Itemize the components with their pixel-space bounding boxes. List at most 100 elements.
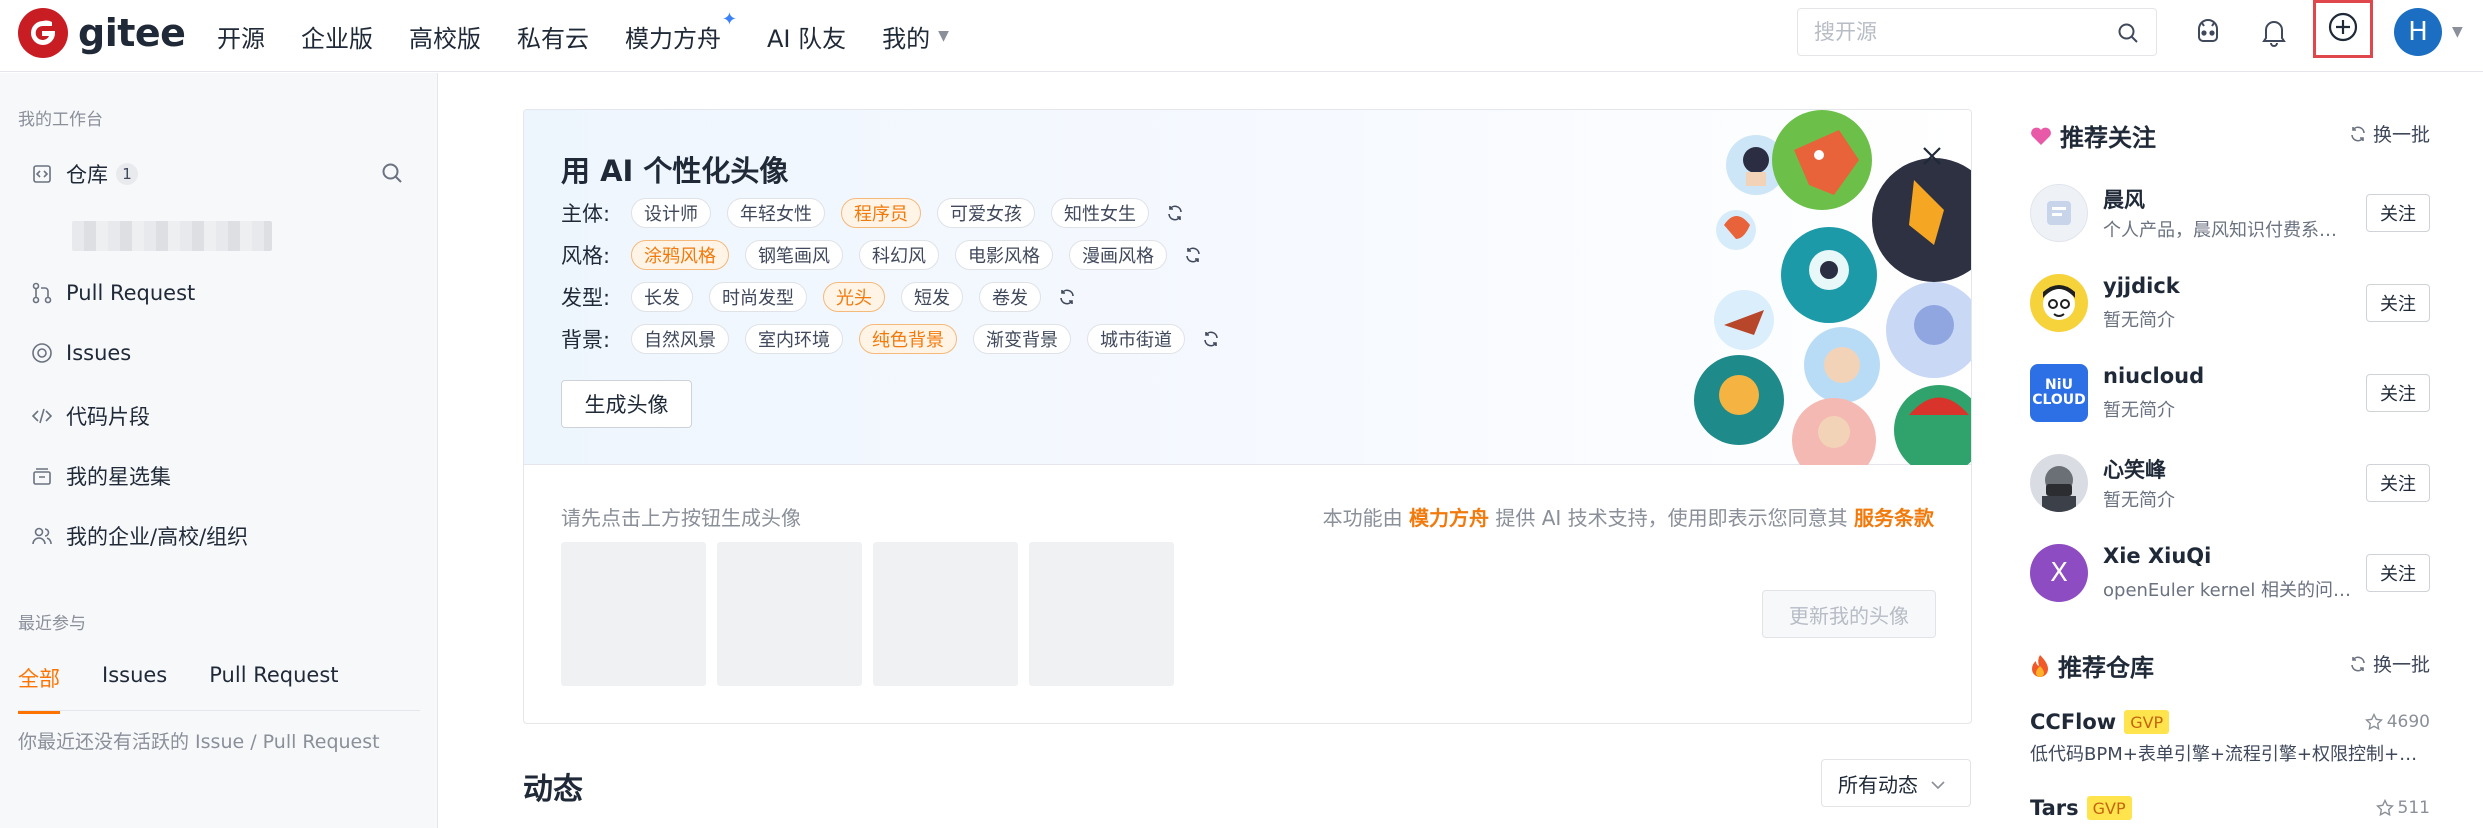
repo-stars: 511 (2375, 798, 2430, 818)
service-terms-link[interactable]: 服务条款 (1854, 506, 1934, 530)
search-icon[interactable] (380, 161, 404, 189)
recommend-user-item[interactable]: NiU CLOUD niucloud 暂无简介 关注 (2030, 360, 2430, 430)
refresh-icon (2349, 125, 2367, 143)
nav-moli-fangzhou[interactable]: 模力方舟 ✦ (625, 9, 737, 54)
ai-robot-icon[interactable] (2190, 14, 2226, 50)
recommend-user-item[interactable]: 心笑峰 暂无简介 关注 (2030, 450, 2430, 520)
chip-option[interactable]: 漫画风格 (1069, 240, 1167, 270)
chip-option[interactable]: 年轻女性 (727, 198, 825, 228)
recommend-user-item[interactable]: yjjdick 暂无简介 关注 (2030, 270, 2430, 340)
chip-option[interactable]: 长发 (631, 282, 693, 312)
repo-list-item-blurred[interactable] (72, 221, 272, 251)
chip-option[interactable]: 渐变背景 (973, 324, 1071, 354)
chevron-down-icon[interactable]: ▼ (2452, 24, 2463, 40)
feed-filter-dropdown[interactable]: 所有动态 (1821, 759, 1971, 807)
provider-link[interactable]: 模力方舟 (1409, 506, 1489, 530)
nav-enterprise[interactable]: 企业版 (301, 19, 373, 54)
option-row-hair: 发型: 长发 时尚发型 光头 短发 卷发 (561, 282, 1079, 312)
generate-avatar-button[interactable]: 生成头像 (561, 380, 692, 428)
repo-name[interactable]: CCFlow (2030, 710, 2116, 734)
swap-users-button[interactable]: 换一批 (2349, 120, 2430, 147)
recommend-user-item[interactable]: 晨风 个人产品，晨风知识付费系统... 关注 (2030, 180, 2430, 250)
user-desc: 个人产品，晨风知识付费系统... (2103, 220, 2353, 241)
chip-option[interactable]: 短发 (901, 282, 963, 312)
user-name: yjjdick (2103, 274, 2180, 298)
avatar-letter: H (2408, 17, 2428, 47)
nav-education[interactable]: 高校版 (409, 19, 481, 54)
repo-name-row: Tars GVP (2030, 796, 2430, 820)
refresh-icon[interactable] (1181, 243, 1205, 267)
chip-option[interactable]: 可爱女孩 (937, 198, 1035, 228)
chip-option[interactable]: 钢笔画风 (745, 240, 843, 270)
repo-name[interactable]: Tars (2030, 796, 2079, 820)
section-title-text: 推荐关注 (2060, 124, 2156, 152)
chip-option[interactable]: 科幻风 (859, 240, 939, 270)
nav-ai-teammate[interactable]: AI 队友 (767, 19, 846, 54)
sidebar-item-collections[interactable]: 我的星选集 (30, 461, 171, 491)
nav-private-cloud[interactable]: 私有云 (517, 19, 589, 54)
refresh-icon[interactable] (1055, 285, 1079, 309)
chip-option-selected[interactable]: 光头 (823, 282, 885, 312)
sidebar-item-repos[interactable]: 仓库 1 (30, 159, 138, 189)
repo-stars: 4690 (2364, 712, 2430, 732)
follow-button[interactable]: 关注 (2366, 194, 2430, 232)
create-new-button[interactable] (2313, 0, 2373, 58)
ai-hint-text: 请先点击上方按钮生成头像 (561, 506, 801, 530)
user-avatar[interactable]: H (2394, 8, 2442, 56)
avatar: X (2030, 544, 2088, 602)
sidebar-item-pull-request[interactable]: Pull Request (30, 281, 195, 305)
chip-option[interactable]: 卷发 (979, 282, 1041, 312)
bell-icon[interactable] (2256, 14, 2292, 50)
chip-option[interactable]: 自然风景 (631, 324, 729, 354)
search-input[interactable] (1798, 9, 2088, 55)
chip-option-selected[interactable]: 纯色背景 (859, 324, 957, 354)
chip-option[interactable]: 城市街道 (1087, 324, 1185, 354)
chip-option[interactable]: 室内环境 (745, 324, 843, 354)
user-desc: 暂无简介 (2103, 490, 2175, 511)
chip-option-selected[interactable]: 程序员 (841, 198, 921, 228)
option-label: 主体: (561, 202, 611, 226)
close-icon[interactable] (1918, 142, 1946, 170)
recommend-repo-item[interactable]: CCFlow GVP 4690 低代码BPM+表单引擎+流程引擎+权限控制+大.… (2030, 710, 2430, 766)
gitee-logo-icon (18, 8, 68, 58)
sidebar-item-issues[interactable]: Issues (30, 341, 131, 365)
sidebar-item-label: 代码片段 (66, 405, 150, 429)
refresh-icon[interactable] (1199, 327, 1223, 351)
refresh-icon (2349, 655, 2367, 673)
chip-option-selected[interactable]: 涂鸦风格 (631, 240, 729, 270)
heart-icon (2030, 126, 2052, 146)
nav-label: 开源 (217, 24, 265, 53)
refresh-icon[interactable] (1163, 201, 1187, 225)
gitee-logo[interactable]: gitee (18, 8, 186, 58)
nav-label: 高校版 (409, 24, 481, 53)
sidebar-item-organizations[interactable]: 我的企业/高校/组织 (30, 521, 248, 551)
ai-card-title: 用 AI 个性化头像 (561, 154, 789, 188)
nav-mine-dropdown[interactable]: 我的 ▼ (882, 19, 949, 54)
sidebar-item-label: Issues (66, 341, 132, 365)
chip-option[interactable]: 时尚发型 (709, 282, 807, 312)
recommend-user-item[interactable]: X Xie XiuQi openEuler kernel 相关的问题... 关注 (2030, 540, 2430, 610)
follow-button[interactable]: 关注 (2366, 554, 2430, 592)
follow-button[interactable]: 关注 (2366, 284, 2430, 322)
follow-button[interactable]: 关注 (2366, 374, 2430, 412)
sidebar-item-snippets[interactable]: 代码片段 (30, 401, 150, 431)
tabs-divider (18, 710, 420, 711)
swap-label: 换一批 (2372, 124, 2430, 146)
tab-all[interactable]: 全部 (18, 663, 60, 714)
tab-pull-request[interactable]: Pull Request (209, 663, 338, 714)
ai-terms-text: 本功能由 模力方舟 提供 AI 技术支持，使用即表示您同意其 服务条款 (1323, 502, 1934, 531)
update-avatar-button[interactable]: 更新我的头像 (1762, 590, 1936, 638)
recommend-repo-item[interactable]: Tars GVP 511 (2030, 796, 2430, 820)
search-icon[interactable] (2116, 21, 2140, 49)
terms-middle: 提供 AI 技术支持，使用即表示您同意其 (1495, 506, 1848, 530)
swap-repos-button[interactable]: 换一批 (2349, 650, 2430, 677)
chip-option[interactable]: 电影风格 (955, 240, 1053, 270)
chip-option[interactable]: 知性女生 (1051, 198, 1149, 228)
terms-prefix: 本功能由 (1322, 506, 1403, 530)
tab-issues[interactable]: Issues (102, 663, 167, 714)
chip-option[interactable]: 设计师 (631, 198, 711, 228)
follow-button[interactable]: 关注 (2366, 464, 2430, 502)
star-icon (2375, 799, 2394, 817)
user-name: Xie XiuQi (2103, 544, 2212, 568)
nav-open-source[interactable]: 开源 (217, 19, 265, 54)
